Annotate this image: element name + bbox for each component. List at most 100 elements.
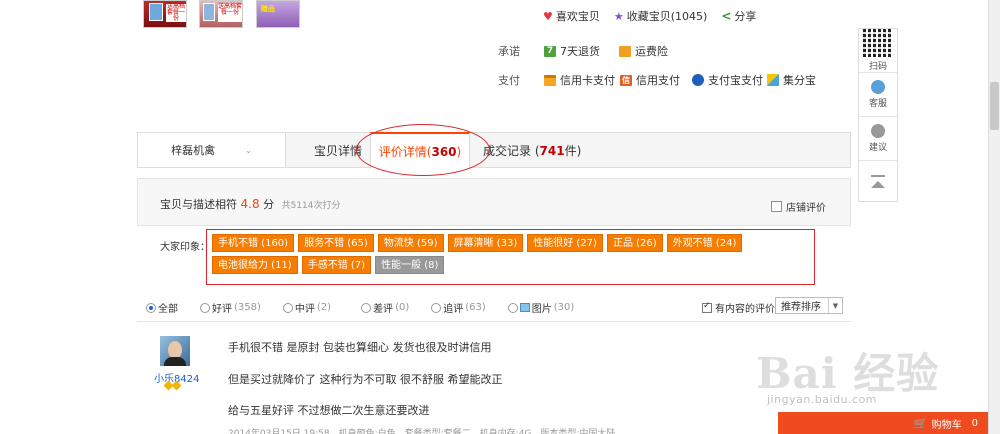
calendar-icon xyxy=(771,201,782,212)
like-button[interactable]: ♥ 喜欢宝贝 xyxy=(543,8,600,24)
alipay-link[interactable]: 支付宝支付 xyxy=(692,72,763,88)
card-payment-link[interactable]: 信用卡支付 xyxy=(544,72,615,88)
impression-tag[interactable]: 屏幕清晰 (33) xyxy=(447,234,524,252)
rating-score: 4.8 xyxy=(240,197,260,211)
scan-label: 扫码 xyxy=(868,62,887,72)
item-actions: ♥ 喜欢宝贝 ★ 收藏宝贝(1045) < 分享 xyxy=(543,8,756,24)
jifenbao-icon xyxy=(767,74,779,86)
image-icon xyxy=(519,303,530,312)
freight-insurance-link[interactable]: 运费险 xyxy=(619,43,668,59)
baidu-watermark: Bai 经验 xyxy=(756,349,940,398)
floating-sidebar: 扫码 客服 建议 xyxy=(858,28,898,202)
customer-service-button[interactable]: 客服 xyxy=(859,73,897,117)
radio-selected-icon xyxy=(146,302,156,313)
promise-label: 承诺 xyxy=(498,45,520,58)
checkbox-checked-icon xyxy=(702,301,712,313)
impression-tag[interactable]: 物流快 (59) xyxy=(377,234,444,252)
card-payment-label: 信用卡支付 xyxy=(560,74,615,87)
chevron-down-icon: ▼ xyxy=(828,298,842,313)
credit-icon: 信 xyxy=(620,74,632,86)
favorite-label: 收藏宝贝(1045) xyxy=(626,10,708,23)
seven-day-icon: 7 xyxy=(544,45,556,57)
filter-bad-radio[interactable]: 差评 (0) xyxy=(361,300,409,315)
insurance-icon xyxy=(619,45,631,57)
shop-evaluation-link[interactable]: 店铺评价 xyxy=(771,199,826,214)
heart-icon: ♥ xyxy=(543,9,553,23)
watermark-url: jingyan.baidu.com xyxy=(767,393,878,406)
qr-code-icon xyxy=(863,29,893,57)
jifenbao-link[interactable]: 集分宝 xyxy=(767,72,816,88)
impression-tag[interactable]: 手感不错 (7) xyxy=(301,256,372,274)
sort-dropdown[interactable]: 推荐排序 ▼ xyxy=(775,297,843,314)
radio-icon xyxy=(431,302,442,313)
impression-tags: 手机不错 (160) 服务不错 (65) 物流快 (59) 屏幕清晰 (33) … xyxy=(212,234,812,274)
top-bar-icon xyxy=(871,174,885,177)
shop-eval-label: 店铺评价 xyxy=(786,203,826,214)
review-meta: 2014年03月15日 19:58 机身颜色:白色 套餐类型:套餐二 机身内存:… xyxy=(228,429,616,434)
page-scrollbar[interactable] xyxy=(988,0,1000,434)
review-text-line: 但是买过就降价了 这种行为不可取 很不舒服 希望能改正 xyxy=(228,373,503,386)
filter-append-radio[interactable]: 追评 (63) xyxy=(431,300,486,315)
impression-tag[interactable]: 服务不错 (65) xyxy=(298,234,374,252)
filter-image-radio[interactable]: 图片 (30) xyxy=(507,300,574,315)
thumbnail-text: 送高档套餐一份 xyxy=(218,4,242,22)
rating-summary: 宝贝与描述相符 4.8 分 共5114次打分 店铺评价 xyxy=(137,178,851,226)
product-thumbnail-2[interactable]: 送高档套餐一份 xyxy=(199,0,243,28)
impression-tag[interactable]: 电池很给力 (11) xyxy=(212,256,298,274)
filter-all-radio[interactable]: 全部 xyxy=(146,300,178,315)
arrow-up-icon xyxy=(871,180,885,188)
divider xyxy=(137,321,851,322)
service-icon xyxy=(871,80,885,94)
return-policy-link[interactable]: 7 7天退货 xyxy=(544,43,600,59)
impression-tag[interactable]: 手机不错 (160) xyxy=(212,234,295,252)
scan-button[interactable]: 扫码 xyxy=(859,29,897,73)
back-to-top-button[interactable] xyxy=(859,161,897,201)
radio-icon xyxy=(200,302,210,313)
impressions-label: 大家印象： xyxy=(160,242,210,253)
rating-count: 共5114次打分 xyxy=(281,201,341,211)
scrollbar-thumb[interactable] xyxy=(990,82,999,130)
cart-count: 0 xyxy=(971,417,978,429)
credit-payment-link[interactable]: 信 信用支付 xyxy=(620,72,680,88)
tab-transactions[interactable]: 成交记录 (741件) xyxy=(483,133,603,167)
avatar[interactable] xyxy=(160,336,190,366)
cart-label: 购物车 xyxy=(931,419,962,431)
product-thumbnail-1[interactable]: 送高档套餐一份 xyxy=(143,0,187,28)
tab-label: 成交记录 (741件) xyxy=(483,143,582,158)
alipay-label: 支付宝支付 xyxy=(708,74,763,87)
annotation-ellipse xyxy=(356,124,490,176)
thumbnail-text: 送高档套餐一份 xyxy=(166,3,186,22)
radio-icon xyxy=(361,302,372,313)
share-icon: < xyxy=(721,9,732,23)
radio-icon xyxy=(282,302,293,313)
radio-icon xyxy=(507,302,518,313)
chevron-down-icon: ⌄ xyxy=(245,145,252,155)
impression-tag[interactable]: 正品 (26) xyxy=(606,234,663,252)
alipay-icon xyxy=(692,74,704,86)
product-thumbnail-3[interactable]: 赠品 xyxy=(256,0,300,28)
detail-tab-bar: 梓磊机禽 ⌄ 宝贝详情 评价详情(360) 成交记录 (741件) xyxy=(137,132,851,168)
star-icon: ★ xyxy=(613,9,624,23)
thumbnail-text: 赠品 xyxy=(261,5,275,13)
rating-text: 宝贝与描述相符 4.8 分 共5114次打分 xyxy=(160,197,341,211)
return-label: 7天退货 xyxy=(560,45,600,58)
impression-tag[interactable]: 性能很好 (27) xyxy=(527,234,603,252)
share-label: 分享 xyxy=(734,10,757,23)
impression-tag[interactable]: 性能一般 (8) xyxy=(375,256,445,274)
jifenbao-label: 集分宝 xyxy=(783,74,816,87)
favorite-button[interactable]: ★ 收藏宝贝(1045) xyxy=(614,8,707,24)
filter-good-radio[interactable]: 好评 (358) xyxy=(200,300,261,315)
content-only-checkbox[interactable]: 有内容的评价 xyxy=(702,300,775,315)
review-text-line: 给与五星好评 不过想做二次生意还要改进 xyxy=(228,404,430,417)
share-button[interactable]: < 分享 xyxy=(721,8,756,24)
reviewer-level-icon xyxy=(163,380,182,391)
shopping-cart-button[interactable]: 🛒 购物车 0 xyxy=(778,412,988,434)
shop-category-dropdown[interactable]: 梓磊机禽 ⌄ xyxy=(138,133,286,167)
suggest-button[interactable]: 建议 xyxy=(859,117,897,161)
filter-mid-radio[interactable]: 中评 (2) xyxy=(282,300,331,315)
dropdown-label: 梓磊机禽 xyxy=(171,144,216,157)
chat-bubble-icon xyxy=(871,124,885,138)
freight-label: 运费险 xyxy=(635,45,668,58)
impression-tag[interactable]: 外观不错 (24) xyxy=(666,234,743,252)
payment-label: 支付 xyxy=(498,74,520,87)
